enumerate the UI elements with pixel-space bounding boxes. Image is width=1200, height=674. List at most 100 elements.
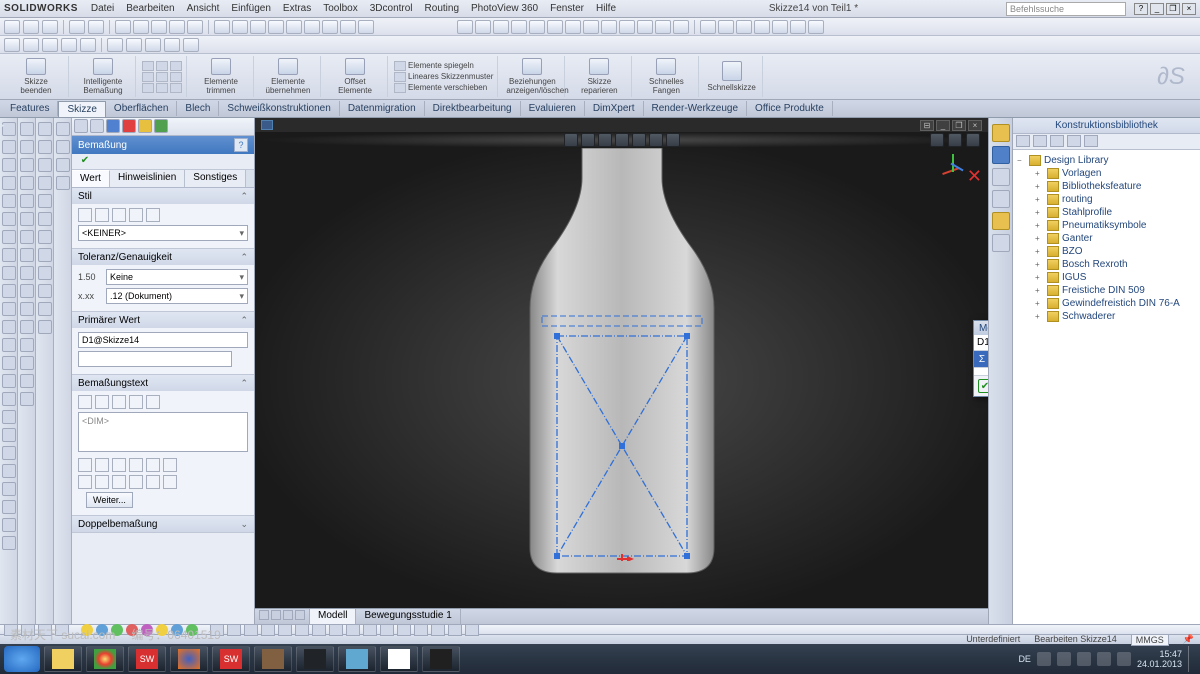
- tb-icon[interactable]: [754, 20, 770, 34]
- ribbon-offset[interactable]: Offset Elemente: [323, 56, 388, 97]
- doc-max-icon[interactable]: ❐: [952, 120, 966, 131]
- menu-edit[interactable]: Bearbeiten: [121, 3, 179, 14]
- tb-icon[interactable]: [250, 20, 266, 34]
- tb-icon[interactable]: [4, 38, 20, 52]
- tb-icon[interactable]: [164, 38, 180, 52]
- nav-prev-icon[interactable]: [271, 610, 281, 620]
- menu-photoview[interactable]: PhotoView 360: [466, 3, 543, 14]
- vt-icon[interactable]: [2, 284, 16, 298]
- tp-btn[interactable]: [1084, 135, 1098, 147]
- point-icon[interactable]: [170, 83, 182, 93]
- sf-icon[interactable]: [141, 624, 153, 636]
- style-btn[interactable]: [129, 208, 143, 222]
- tb-icon[interactable]: [655, 20, 671, 34]
- pm-ok-icon[interactable]: ✔: [78, 155, 92, 169]
- taskbar-firefox[interactable]: [170, 646, 208, 672]
- vt-icon[interactable]: [20, 374, 34, 388]
- open-icon[interactable]: [23, 20, 39, 34]
- sf-icon[interactable]: [4, 624, 18, 636]
- vt-icon[interactable]: [2, 464, 16, 478]
- tb-icon[interactable]: [493, 20, 509, 34]
- ribbon-repair[interactable]: Skizze reparieren: [567, 56, 632, 97]
- tb-icon[interactable]: [145, 38, 161, 52]
- sym-btn[interactable]: [112, 458, 126, 472]
- tb-icon[interactable]: [126, 38, 142, 52]
- sym-btn[interactable]: [112, 475, 126, 489]
- sym-btn[interactable]: [146, 458, 160, 472]
- style-btn[interactable]: [78, 208, 92, 222]
- tb-icon[interactable]: [700, 20, 716, 34]
- doc-close-icon[interactable]: ×: [968, 120, 982, 131]
- tb-icon[interactable]: [214, 20, 230, 34]
- tb-icon[interactable]: [736, 20, 752, 34]
- tray-icon[interactable]: [1077, 652, 1091, 666]
- expand-icon[interactable]: +: [1035, 273, 1044, 282]
- tb-icon[interactable]: [183, 38, 199, 52]
- spline-icon[interactable]: [170, 72, 182, 82]
- tb-icon[interactable]: [673, 20, 689, 34]
- vt-icon[interactable]: [2, 248, 16, 262]
- prev-view-icon[interactable]: [598, 133, 612, 147]
- tray-icon[interactable]: [1037, 652, 1051, 666]
- tab-weldments[interactable]: Schweißkonstruktionen: [219, 101, 339, 116]
- sym-btn[interactable]: [146, 475, 160, 489]
- precision-select[interactable]: .12 (Dokument): [106, 288, 248, 304]
- nav-next-icon[interactable]: [283, 610, 293, 620]
- tb-icon[interactable]: [619, 20, 635, 34]
- tp-custom-icon[interactable]: [992, 234, 1010, 252]
- vt-icon[interactable]: [20, 122, 34, 136]
- tb-icon[interactable]: [42, 38, 58, 52]
- vt-icon[interactable]: [2, 500, 16, 514]
- tb-icon[interactable]: [457, 20, 473, 34]
- taskbar-image2[interactable]: [422, 646, 460, 672]
- view-orient-icon[interactable]: [930, 133, 944, 147]
- lang-indicator[interactable]: DE: [1018, 654, 1031, 664]
- tree-node[interactable]: +BZO: [1017, 245, 1196, 258]
- menu-3dcontrol[interactable]: 3Dcontrol: [365, 3, 418, 14]
- vt-icon[interactable]: [38, 122, 52, 136]
- tb-icon[interactable]: [511, 20, 527, 34]
- vt-icon[interactable]: [20, 266, 34, 280]
- sf-icon[interactable]: [397, 624, 411, 636]
- tb-icon[interactable]: [718, 20, 734, 34]
- style-btn[interactable]: [112, 208, 126, 222]
- tb-icon[interactable]: [358, 20, 374, 34]
- tree-node[interactable]: +Bosch Rexroth: [1017, 258, 1196, 271]
- vt-icon[interactable]: [38, 194, 52, 208]
- taskbar-sw2[interactable]: SW: [212, 646, 250, 672]
- sf-icon[interactable]: [448, 624, 462, 636]
- expand-icon[interactable]: +: [1035, 312, 1044, 321]
- dim-name-field[interactable]: D1@Skizze14: [977, 337, 988, 348]
- tb-icon[interactable]: [133, 20, 149, 34]
- subtab-other[interactable]: Sonstiges: [185, 170, 246, 187]
- vt-icon[interactable]: [2, 302, 16, 316]
- tab-sketch[interactable]: Skizze: [58, 101, 105, 117]
- dialog-ok-button[interactable]: ✔: [978, 379, 988, 393]
- dimtext-area[interactable]: <DIM>: [78, 412, 248, 452]
- sf-icon[interactable]: [278, 624, 292, 636]
- expand-icon[interactable]: −: [1017, 156, 1026, 165]
- tab-model[interactable]: Modell: [310, 609, 356, 624]
- vt-icon[interactable]: [38, 266, 52, 280]
- help-icon[interactable]: ?: [1134, 3, 1148, 15]
- sf-icon[interactable]: [21, 624, 35, 636]
- vt-icon[interactable]: [2, 194, 16, 208]
- style-select[interactable]: <KEINER>: [78, 225, 248, 241]
- dim-name-input[interactable]: D1@Skizze14: [78, 332, 248, 348]
- pm-help-icon[interactable]: ?: [234, 138, 248, 152]
- ribbon-convert[interactable]: Elemente übernehmen: [256, 56, 321, 97]
- tb-icon[interactable]: [475, 20, 491, 34]
- just-btn[interactable]: [146, 395, 160, 409]
- expand-icon[interactable]: +: [1035, 286, 1044, 295]
- section-icon[interactable]: [615, 133, 629, 147]
- expand-icon[interactable]: +: [1035, 169, 1044, 178]
- ribbon-snap[interactable]: Schnelles Fangen: [634, 56, 699, 97]
- tab-evaluate[interactable]: Evaluieren: [521, 101, 585, 116]
- vt-icon[interactable]: [20, 320, 34, 334]
- tab-features[interactable]: Features: [2, 101, 58, 116]
- tree-node[interactable]: +Ganter: [1017, 232, 1196, 245]
- tab-datamigration[interactable]: Datenmigration: [340, 101, 425, 116]
- sf-icon[interactable]: [81, 624, 93, 636]
- subtab-value[interactable]: Wert: [72, 170, 110, 187]
- style-btn[interactable]: [95, 208, 109, 222]
